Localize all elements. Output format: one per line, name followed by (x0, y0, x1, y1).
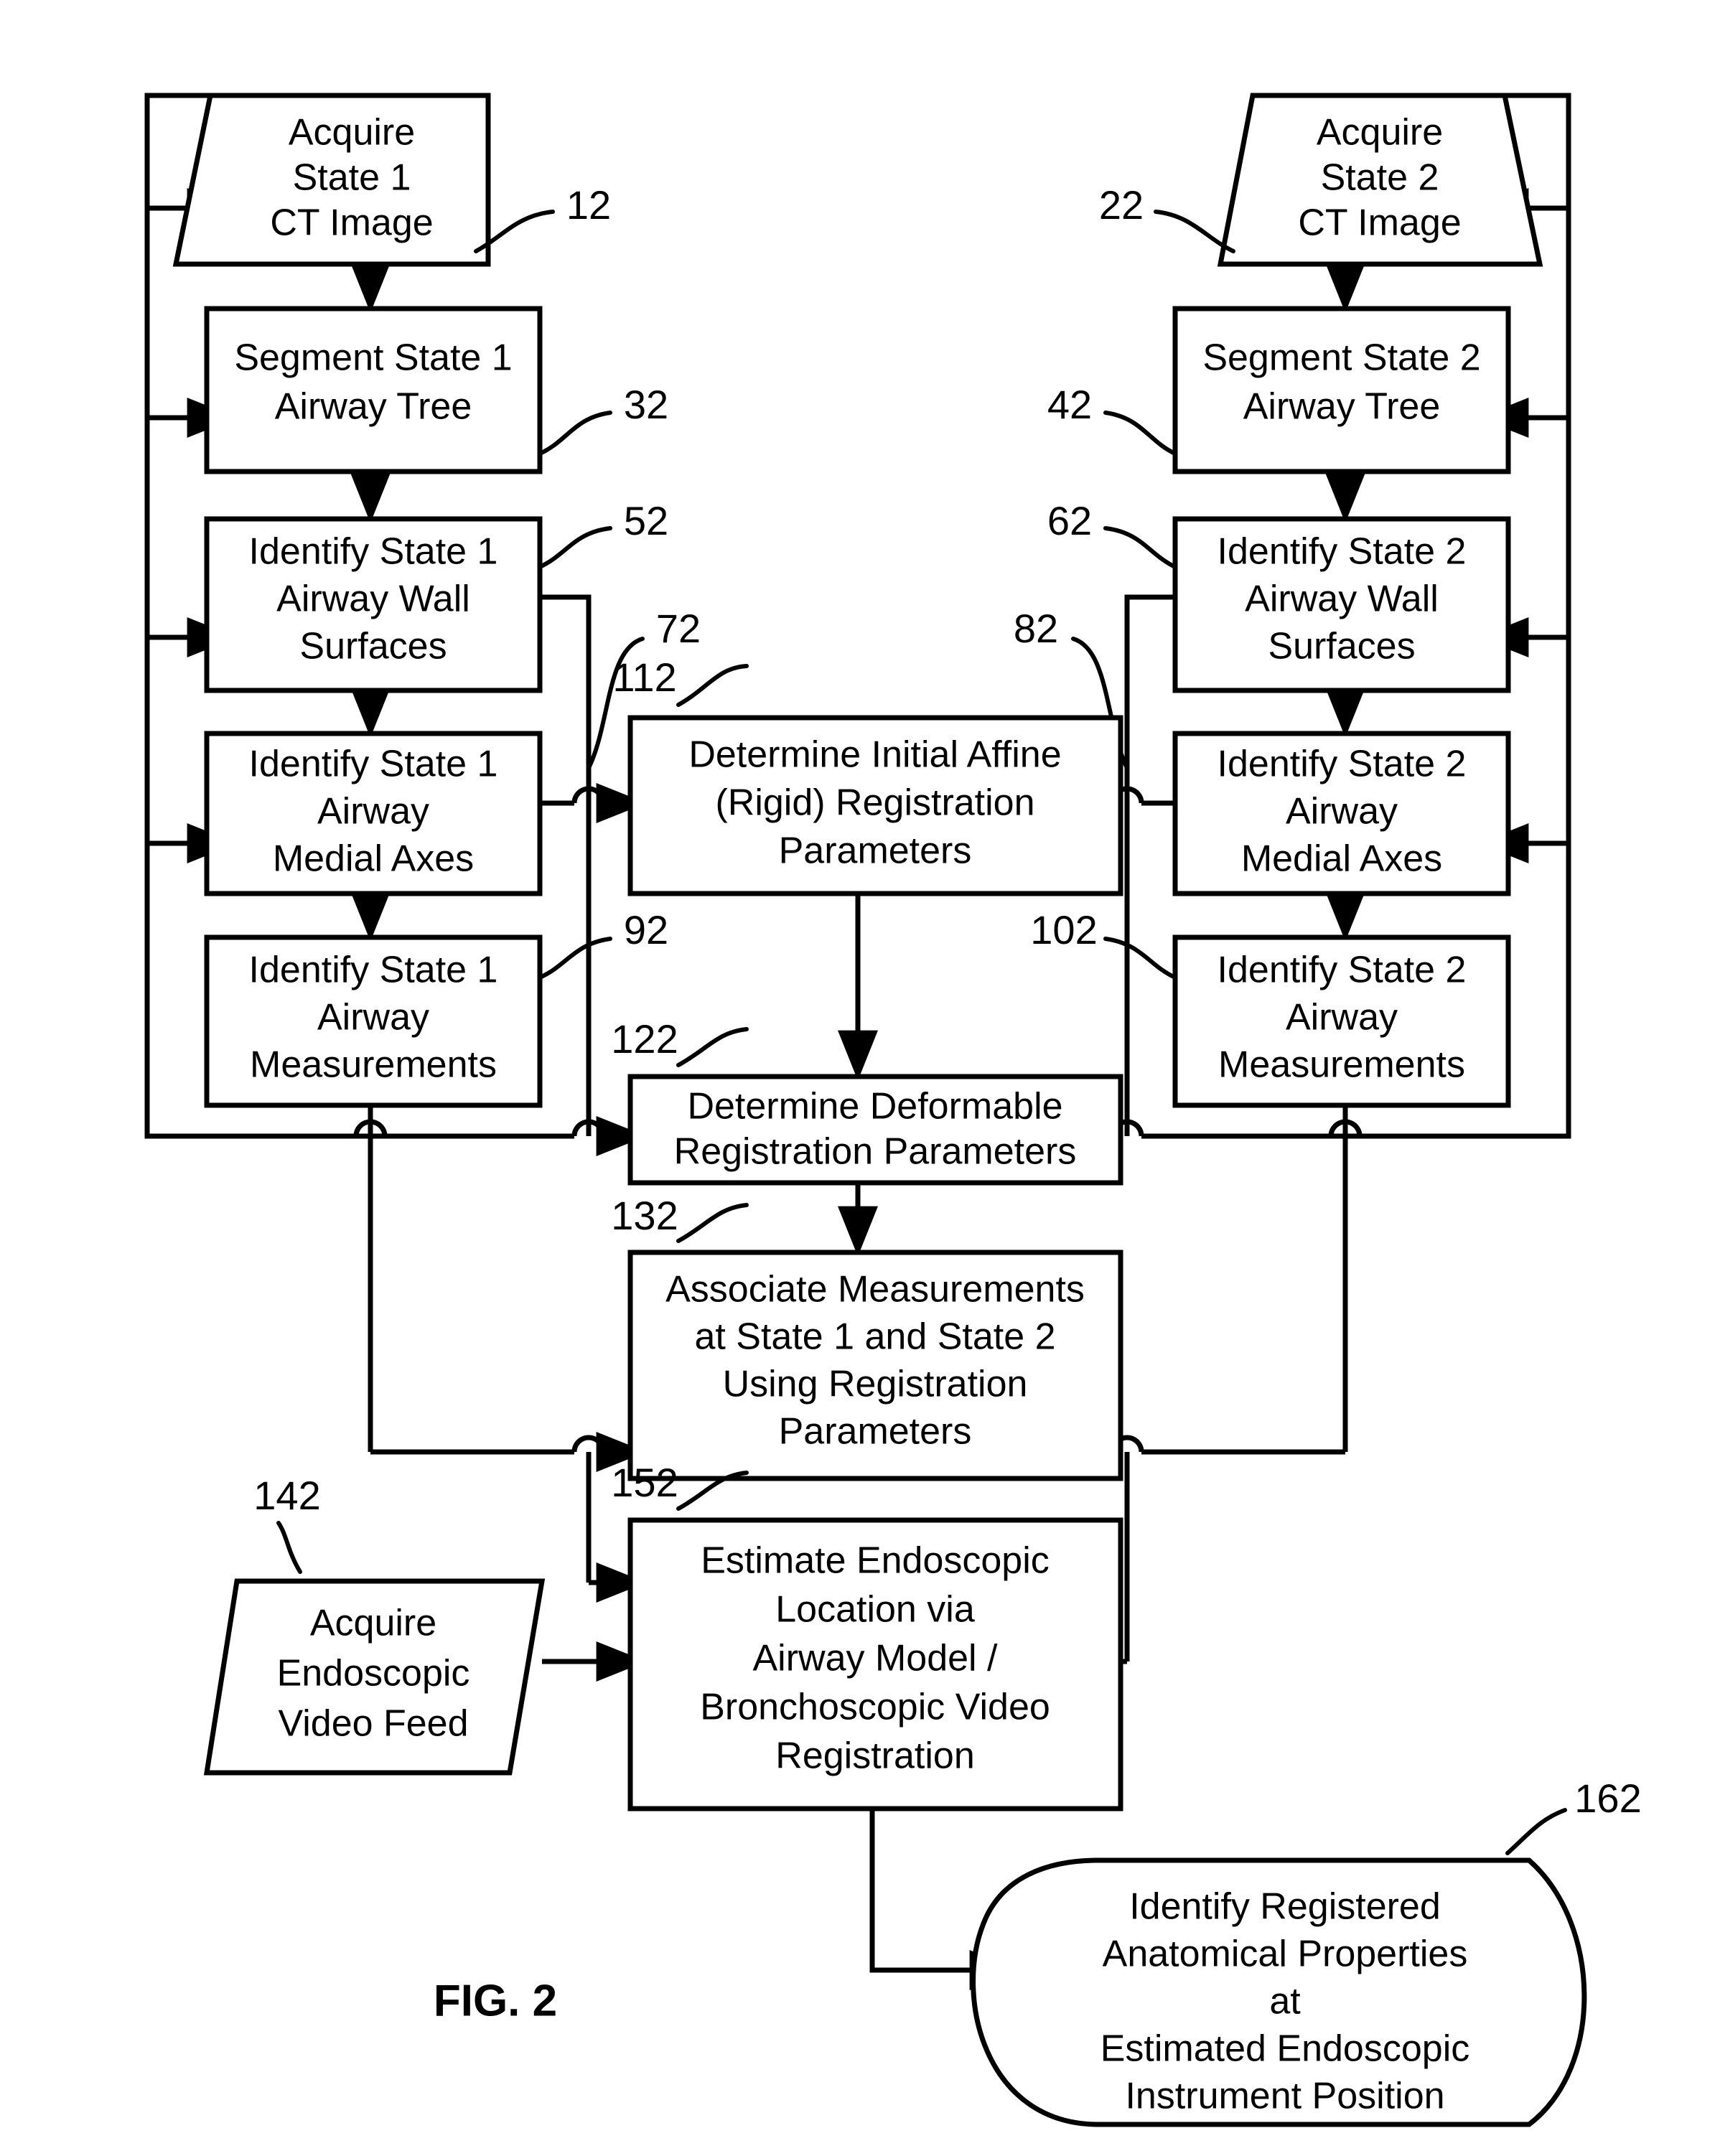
node-affine[interactable]: Determine Initial Affine (Rigid) Registr… (627, 715, 1123, 896)
node-meas-state1-line-0: Identify State 1 (249, 950, 498, 991)
ref-52: 52 (624, 498, 668, 543)
node-axes-state1-line-1: Airway (317, 791, 429, 833)
node-deformable[interactable]: Determine Deformable Registration Parame… (627, 1074, 1123, 1186)
node-axes-state2[interactable]: Identify State 2 Airway Medial Axes (1172, 731, 1511, 896)
node-meas-state1-line-2: Measurements (250, 1044, 497, 1086)
node-axes-state2-line-0: Identify State 2 (1218, 744, 1467, 785)
node-walls-state1-line-2: Surfaces (299, 626, 447, 667)
leader-42 (1103, 411, 1177, 456)
node-segment-state1[interactable]: Segment State 1 Airway Tree (204, 306, 543, 474)
right-wall-surfaces-branch (1124, 594, 1175, 1136)
node-meas-state1-line-1: Airway (317, 997, 429, 1039)
node-axes-state2-line-2: Medial Axes (1241, 838, 1442, 880)
node-acquire-state1-line-2: CT Image (270, 202, 433, 244)
leader-132 (676, 1203, 749, 1243)
ref-132: 132 (611, 1193, 678, 1238)
node-segment-state2-line-0: Segment State 2 (1202, 337, 1480, 379)
leader-102 (1103, 937, 1177, 980)
ref-62: 62 (1047, 498, 1092, 543)
node-affine-line-0: Determine Initial Affine (688, 734, 1061, 776)
node-axes-state1-line-0: Identify State 1 (249, 744, 498, 785)
node-walls-state1-line-1: Airway Wall (276, 578, 470, 620)
node-acquire-state1-line-1: State 1 (293, 157, 411, 199)
node-walls-state1[interactable]: Identify State 1 Airway Wall Surfaces (204, 516, 543, 693)
ref-142: 142 (253, 1473, 320, 1518)
node-identify-registered-line-1: Anatomical Properties (1103, 1934, 1468, 1975)
node-walls-state2-line-1: Airway Wall (1245, 578, 1439, 620)
leader-32 (538, 411, 612, 456)
node-affine-line-1: (Rigid) Registration (715, 782, 1034, 824)
flowchart-canvas: Acquire State 1 CT Image 12 Segment Stat… (144, 93, 1642, 2127)
ref-102: 102 (1030, 907, 1097, 952)
node-acquire-video-line-1: Endoscopic (277, 1653, 470, 1695)
left-wall-surfaces-branch (540, 594, 592, 1136)
node-walls-state2[interactable]: Identify State 2 Airway Wall Surfaces (1172, 516, 1511, 693)
node-associate-line-3: Parameters (779, 1411, 972, 1453)
node-acquire-state2[interactable]: Acquire State 2 CT Image (1217, 93, 1543, 267)
node-meas-state2-line-2: Measurements (1218, 1044, 1465, 1086)
ref-82: 82 (1014, 606, 1058, 651)
node-estimate-line-1: Location via (775, 1589, 975, 1631)
node-walls-state2-line-0: Identify State 2 (1218, 531, 1467, 573)
ref-152: 152 (611, 1460, 678, 1505)
node-acquire-video-line-0: Acquire (310, 1603, 436, 1644)
node-identify-registered-line-2: at (1269, 1981, 1301, 2023)
node-segment-state2-line-1: Airway Tree (1243, 386, 1441, 428)
ref-92: 92 (624, 907, 668, 952)
node-acquire-state1[interactable]: Acquire State 1 CT Image (172, 93, 491, 267)
node-deformable-line-1: Registration Parameters (674, 1131, 1077, 1173)
node-meas-state1[interactable]: Identify State 1 Airway Measurements (204, 934, 543, 1108)
leader-112 (676, 664, 749, 707)
node-associate[interactable]: Associate Measurements at State 1 and St… (627, 1250, 1123, 1481)
node-acquire-state1-line-0: Acquire (289, 112, 415, 154)
node-associate-line-0: Associate Measurements (665, 1269, 1085, 1311)
node-axes-state1[interactable]: Identify State 1 Airway Medial Axes (204, 731, 543, 896)
node-identify-registered-line-4: Instrument Position (1125, 2076, 1444, 2117)
node-estimate-line-3: Bronchoscopic Video (700, 1687, 1050, 1728)
leader-142 (276, 1521, 302, 1574)
ref-72: 72 (656, 606, 701, 651)
node-acquire-state2-line-1: State 2 (1321, 157, 1439, 199)
ref-162: 162 (1574, 1776, 1641, 1821)
node-estimate-line-0: Estimate Endoscopic (701, 1540, 1050, 1582)
node-segment-state1-line-1: Airway Tree (275, 386, 472, 428)
node-walls-state2-line-2: Surfaces (1268, 626, 1415, 667)
node-identify-registered[interactable]: Identify Registered Anatomical Propertie… (971, 1857, 1587, 2127)
ref-112: 112 (612, 655, 676, 700)
leader-52 (538, 526, 612, 569)
leader-22 (1154, 210, 1235, 253)
node-associate-line-2: Using Registration (723, 1364, 1028, 1405)
node-axes-state1-line-2: Medial Axes (273, 838, 474, 880)
node-meas-state2-line-0: Identify State 2 (1218, 950, 1467, 991)
node-meas-state2-line-1: Airway (1286, 997, 1398, 1039)
ref-32: 32 (624, 382, 668, 427)
leader-162 (1505, 1808, 1567, 1855)
figure-label: FIG. 2 (434, 1976, 557, 2025)
node-segment-state1-line-0: Segment State 1 (234, 337, 512, 379)
node-estimate-line-2: Airway Model / (753, 1638, 999, 1679)
ref-122: 122 (611, 1016, 678, 1061)
node-associate-line-1: at State 1 and State 2 (694, 1316, 1055, 1358)
node-acquire-video[interactable]: Acquire Endoscopic Video Feed (203, 1578, 546, 1776)
node-segment-state2[interactable]: Segment State 2 Airway Tree (1172, 306, 1511, 474)
patent-figure: Acquire State 1 CT Image 12 Segment Stat… (0, 0, 1715, 2156)
node-estimate[interactable]: Estimate Endoscopic Location via Airway … (627, 1517, 1123, 1811)
node-walls-state1-line-0: Identify State 1 (249, 531, 498, 573)
leader-62 (1103, 526, 1177, 569)
node-affine-line-2: Parameters (779, 830, 972, 872)
node-identify-registered-line-0: Identify Registered (1129, 1886, 1441, 1928)
leader-122 (676, 1027, 749, 1067)
ref-22: 22 (1099, 182, 1144, 228)
node-estimate-line-4: Registration (775, 1735, 974, 1777)
node-identify-registered-line-3: Estimated Endoscopic (1101, 2028, 1470, 2070)
ref-12: 12 (566, 182, 611, 228)
node-meas-state2[interactable]: Identify State 2 Airway Measurements (1172, 934, 1511, 1108)
node-acquire-video-line-2: Video Feed (278, 1703, 468, 1745)
node-acquire-state2-line-2: CT Image (1298, 202, 1461, 244)
node-acquire-state2-line-0: Acquire (1317, 112, 1443, 154)
leader-92 (538, 937, 612, 980)
node-deformable-line-0: Determine Deformable (687, 1086, 1062, 1128)
ref-42: 42 (1047, 382, 1092, 427)
node-axes-state2-line-1: Airway (1286, 791, 1398, 833)
